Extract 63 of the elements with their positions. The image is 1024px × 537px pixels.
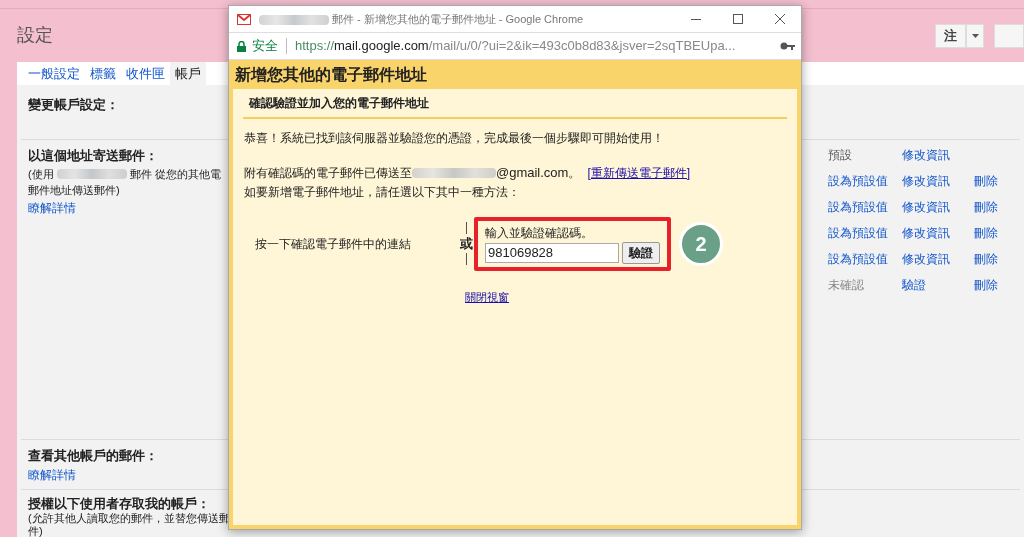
key-icon	[780, 42, 795, 50]
or-text: 或	[459, 234, 473, 253]
url-text: https://mail.google.com/mail/u/0/?ui=2&ik=493c0b8d83&jsver=2sqTBEUpa...	[295, 37, 736, 56]
code-label: 輸入並驗證確認碼。	[485, 224, 594, 242]
status-text: 預設	[828, 147, 853, 164]
blurred-text-icon	[412, 167, 496, 178]
edit-info-link[interactable]: 修改資訊	[902, 198, 974, 224]
set-default-link[interactable]: 設為預設值	[828, 172, 902, 198]
settings-tab[interactable]: 帳戶	[170, 62, 206, 85]
status-text: 未確認	[828, 277, 865, 294]
delete-link[interactable]: 刪除	[974, 172, 1020, 198]
learn-more-link[interactable]: 瞭解詳情	[28, 465, 76, 484]
caret-icon	[971, 33, 979, 38]
minimize-icon	[691, 18, 701, 20]
edit-info-link[interactable]: 驗證	[902, 276, 974, 302]
close-window-link[interactable]: 關閉視窗	[465, 288, 509, 305]
description-text: (使用	[28, 166, 54, 182]
option-text: 按一下確認電子郵件中的連結	[254, 235, 412, 253]
dialog-heading: 新增您其他的電子郵件地址	[234, 64, 428, 85]
settings-tab[interactable]: 一般設定	[23, 62, 85, 85]
section-title: 查看其他帳戶的郵件：	[28, 447, 159, 465]
settings-tab[interactable]: 標籤	[85, 62, 121, 85]
set-default-link[interactable]: 設為預設值	[828, 224, 902, 250]
close-icon	[775, 14, 785, 24]
description-text: 郵件地址傳送郵件)	[28, 183, 121, 198]
window-title: 郵件 - 新增您其他的電子郵件地址 - Google Chrome	[332, 11, 584, 27]
delete-link[interactable]: 刪除	[974, 224, 1020, 250]
dialog-subheading: 確認驗證並加入您的電子郵件地址	[243, 89, 787, 119]
learn-more-link[interactable]: 瞭解詳情	[28, 198, 76, 217]
edit-info-link[interactable]: 修改資訊	[902, 224, 974, 250]
maximize-icon	[733, 14, 743, 24]
page-title: 設定	[17, 24, 53, 47]
verify-button[interactable]: 驗證	[622, 241, 660, 264]
security-label: 安全	[252, 37, 278, 56]
dropdown-button[interactable]	[966, 23, 984, 48]
set-default-link[interactable]: 設為預設值	[828, 198, 902, 224]
section-title: 授權以下使用者存取我的帳戶：	[28, 496, 211, 512]
description-text: 郵件 從您的其他電	[129, 166, 221, 182]
edit-info-link[interactable]: 修改資訊	[902, 146, 974, 172]
note-button[interactable]	[994, 23, 1024, 48]
lock-icon	[237, 40, 246, 52]
section-title: 以這個地址寄送郵件：	[28, 147, 159, 165]
sent-text: 附有確認碼的電子郵件已傳送至	[244, 164, 412, 182]
congrats-text: 恭喜！系統已找到該伺服器並驗證您的憑證，完成最後一個步驟即可開始使用！	[243, 130, 665, 147]
blurred-text-icon	[259, 14, 329, 25]
resend-link[interactable]: [重新傳送電子郵件]	[587, 163, 691, 182]
blurred-text-icon	[56, 168, 127, 179]
instruction-text: 如要新增電子郵件地址，請任選以下其中一種方法：	[243, 183, 521, 201]
description-text: 件)	[28, 525, 44, 537]
edit-info-link[interactable]: 修改資訊	[902, 250, 974, 276]
delete-link[interactable]: 刪除	[974, 198, 1020, 224]
code-input[interactable]: 981069828	[485, 242, 619, 263]
section-title: 變更帳戶設定：	[28, 96, 119, 114]
delete-link[interactable]: 刪除	[974, 250, 1020, 276]
step-badge: 2	[679, 221, 723, 266]
delete-link[interactable]: 刪除	[974, 276, 1020, 302]
sent-text: @gmail.com。	[496, 164, 582, 182]
edit-info-link[interactable]: 修改資訊	[902, 172, 974, 198]
address-bar[interactable]: 安全 https://mail.google.com/mail/u/0/?ui=2&ik=493c0b8d83&jsver=2sqTBEUpa...	[229, 32, 801, 60]
note-button[interactable]: 注	[935, 23, 966, 48]
set-default-link[interactable]: 設為預設值	[828, 250, 902, 276]
settings-tab[interactable]: 收件匣	[121, 62, 170, 85]
mail-icon	[237, 13, 251, 25]
